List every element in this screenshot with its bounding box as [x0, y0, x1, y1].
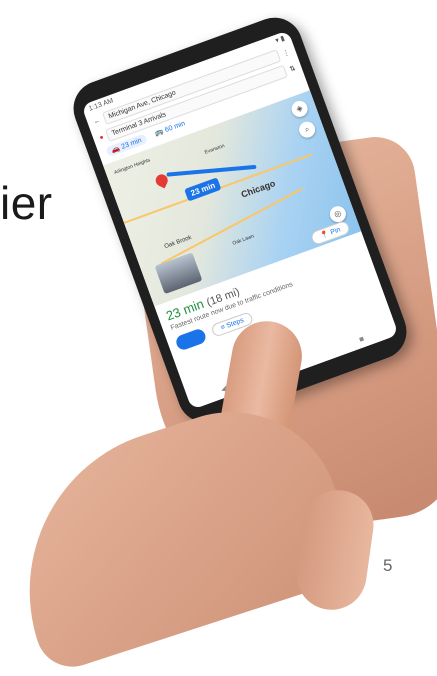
map-label-arlington: Arlington Heights [113, 157, 152, 176]
map-label-oak-lawn: Oak Lawn [231, 233, 255, 247]
map-road [160, 187, 303, 265]
nav-recents-icon[interactable]: ■ [358, 334, 366, 344]
route-time-bubble: 23 min [184, 177, 222, 202]
mode-transit-label: 60 min [164, 120, 187, 134]
destination-pin-icon: ● [98, 133, 105, 142]
back-arrow-icon[interactable]: ← [93, 117, 102, 126]
pin-label: Pin [329, 226, 342, 237]
street-view-thumbnail[interactable] [154, 252, 203, 295]
slide-heading-fragment: ier [0, 177, 53, 229]
swap-icon[interactable]: ⇅ [288, 64, 297, 74]
layers-icon[interactable]: ◈ [289, 98, 310, 120]
route-line [166, 164, 257, 177]
map-label-evanston: Evanston [203, 142, 226, 156]
steps-label: Steps [225, 316, 245, 330]
map-label-chicago: Chicago [239, 178, 277, 200]
mode-driving-label: 23 min [120, 137, 143, 151]
page-number: 5 [383, 556, 393, 575]
more-icon[interactable]: ⋮ [281, 48, 291, 58]
start-button[interactable] [174, 327, 208, 352]
search-icon[interactable]: ⌕ [296, 119, 318, 140]
